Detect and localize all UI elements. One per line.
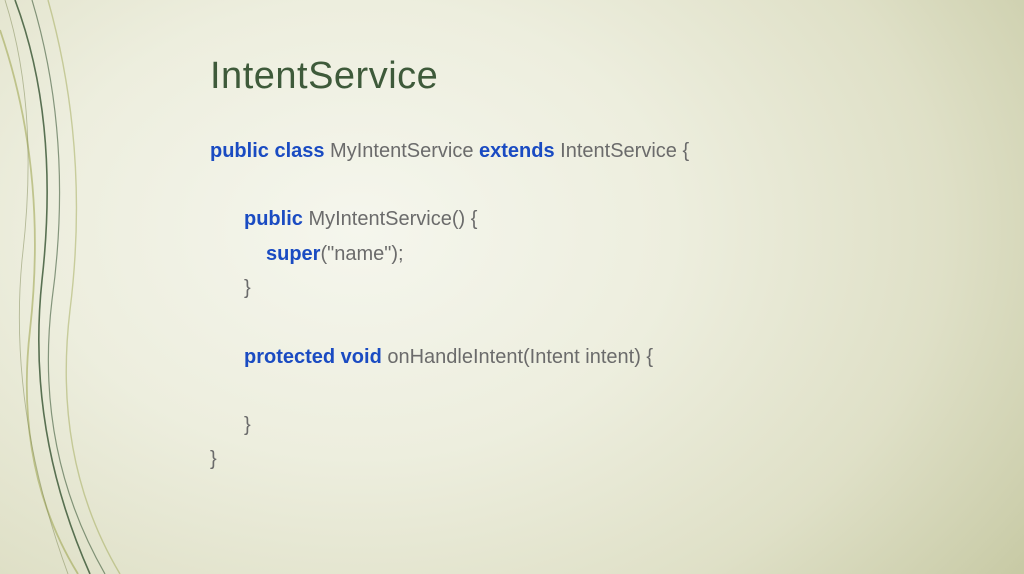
keyword: protected void [244,346,382,368]
code-text: MyIntentService [325,140,480,162]
slide-content: IntentService public class MyIntentServi… [210,55,964,477]
slide-title: IntentService [210,55,964,98]
code-text: } [244,277,251,299]
keyword: extends [479,140,555,162]
code-text: MyIntentService() { [303,208,478,230]
code-text: IntentService { [555,140,690,162]
code-text: ("name"); [320,243,403,265]
code-line-6: } [210,408,964,442]
keyword: public [244,208,303,230]
keyword: super [266,243,320,265]
code-text: onHandleIntent(Intent intent) { [382,346,653,368]
decorative-curves [0,0,220,574]
code-text: } [210,448,217,470]
blank-line [210,306,964,340]
code-line-1: public class MyIntentService extends Int… [210,134,964,168]
code-block: public class MyIntentService extends Int… [210,134,964,477]
code-line-2: public MyIntentService() { [210,202,964,236]
blank-line [210,168,964,202]
keyword: public class [210,140,325,162]
code-line-7: } [210,442,964,476]
code-line-4: } [210,271,964,305]
code-line-3: super("name"); [210,237,964,271]
code-line-5: protected void onHandleIntent(Intent int… [210,340,964,374]
blank-line [210,374,964,408]
code-text: } [244,414,251,436]
